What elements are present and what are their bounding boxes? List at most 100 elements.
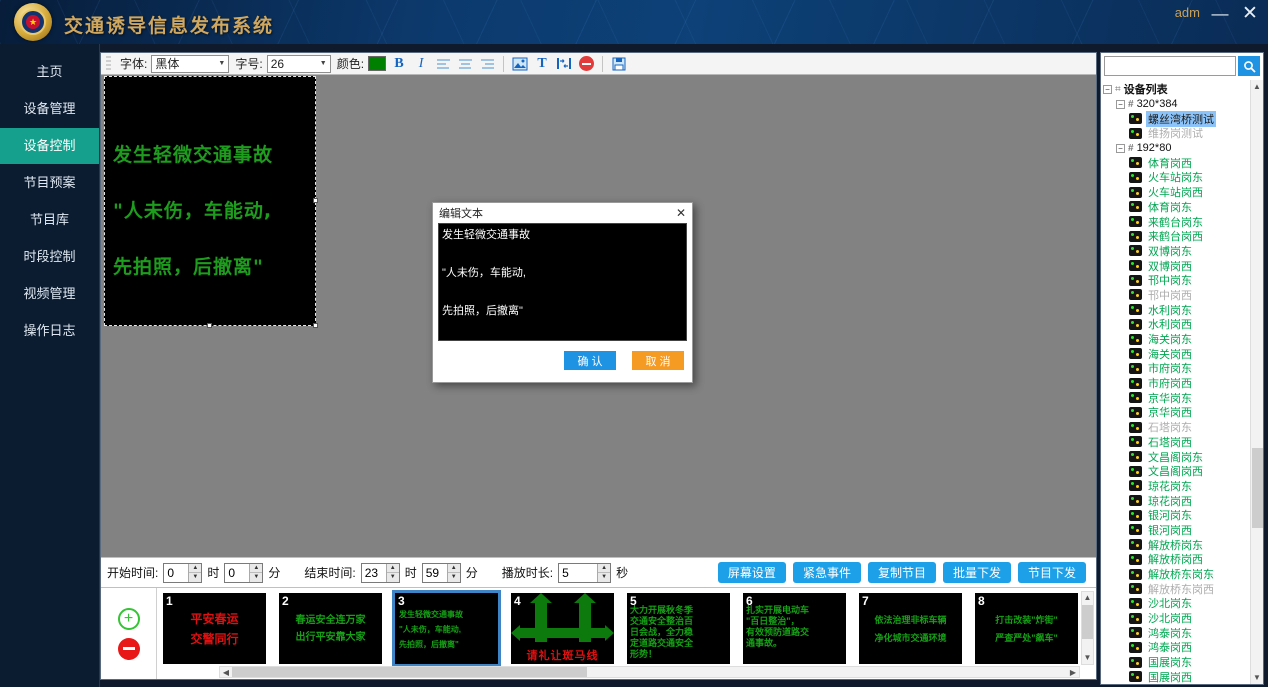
device-tree-item[interactable]: 石塔岗东 xyxy=(1103,420,1250,435)
scroll-up-icon[interactable]: ▲ xyxy=(1253,80,1261,93)
italic-button[interactable]: I xyxy=(412,55,430,73)
action-button[interactable]: 复制节目 xyxy=(868,562,936,583)
led-screen-preview[interactable]: 发生轻微交通事故"人未伤，车能动,先拍照，后撤离" xyxy=(104,76,316,326)
color-swatch[interactable] xyxy=(368,56,386,71)
device-tree-item[interactable]: 鸿泰岗西 xyxy=(1103,640,1250,655)
spin-down-icon[interactable]: ▼ xyxy=(598,573,610,582)
spin-up-icon[interactable]: ▲ xyxy=(448,564,460,574)
remove-frame-button[interactable] xyxy=(118,638,140,660)
search-button[interactable] xyxy=(1238,56,1260,76)
playlist-thumbnail[interactable]: 6扎实开展电动车"百日整治"，有效预防道路交通事故。 xyxy=(743,593,846,664)
playlist-thumbnail[interactable]: 2春运安全连万家出行平安靠大家 xyxy=(279,593,382,664)
device-tree-item[interactable]: 文昌阁岗西 xyxy=(1103,464,1250,479)
sidebar-item[interactable]: 操作日志 xyxy=(0,313,99,349)
scrollbar-thumb[interactable] xyxy=(232,667,587,677)
device-group[interactable]: −#192*80 xyxy=(1103,141,1250,156)
device-tree-item[interactable]: 双博岗东 xyxy=(1103,244,1250,259)
device-tree-item[interactable]: 水利岗东 xyxy=(1103,302,1250,317)
device-tree-item[interactable]: 鸿泰岗东 xyxy=(1103,625,1250,640)
device-tree-item[interactable]: 解放桥东岗东 xyxy=(1103,567,1250,582)
device-tree-item[interactable]: 海关岗东 xyxy=(1103,332,1250,347)
font-select[interactable]: 黑体 ▼ xyxy=(151,55,229,73)
bold-button[interactable]: B xyxy=(390,55,408,73)
insert-image-button[interactable] xyxy=(511,55,529,73)
spin-up-icon[interactable]: ▲ xyxy=(250,564,262,574)
collapse-icon[interactable]: − xyxy=(1116,144,1125,153)
resize-handle-right[interactable] xyxy=(313,198,318,203)
device-tree-item[interactable]: 来鹤台岗西 xyxy=(1103,229,1250,244)
sidebar-item[interactable]: 节目预案 xyxy=(0,165,99,201)
stop-button[interactable] xyxy=(577,55,595,73)
device-tree-item[interactable]: 水利岗西 xyxy=(1103,317,1250,332)
font-size-select[interactable]: 26 ▼ xyxy=(267,55,331,73)
device-tree-item[interactable]: 国展岗东 xyxy=(1103,655,1250,670)
scrollbar-thumb[interactable] xyxy=(1252,448,1263,528)
device-tree-item[interactable]: 石塔岗西 xyxy=(1103,435,1250,450)
device-tree-item[interactable]: 解放桥岗西 xyxy=(1103,552,1250,567)
playlist-thumbnail[interactable]: 8打击改装"炸街"严查严处"飙车" xyxy=(975,593,1078,664)
device-tree-item[interactable]: 海关岗西 xyxy=(1103,346,1250,361)
sidebar-item[interactable]: 时段控制 xyxy=(0,239,99,275)
start-minute-input[interactable] xyxy=(225,564,249,582)
sidebar-item[interactable]: 设备管理 xyxy=(0,91,99,127)
device-tree-item[interactable]: 市府岗西 xyxy=(1103,376,1250,391)
device-tree-root[interactable]: −⌗设备列表 xyxy=(1103,82,1250,97)
end-minute-input[interactable] xyxy=(423,564,447,582)
device-tree-item[interactable]: 市府岗东 xyxy=(1103,361,1250,376)
align-right-button[interactable] xyxy=(478,55,496,73)
action-button[interactable]: 节目下发 xyxy=(1018,562,1086,583)
start-hour-stepper[interactable]: ▲▼ xyxy=(163,563,202,583)
align-center-button[interactable] xyxy=(456,55,474,73)
end-hour-input[interactable] xyxy=(362,564,386,582)
spin-up-icon[interactable]: ▲ xyxy=(189,564,201,574)
device-tree-item[interactable]: 邗中岗东 xyxy=(1103,273,1250,288)
scroll-marquee-button[interactable] xyxy=(555,55,573,73)
device-tree-item[interactable]: 沙北岗东 xyxy=(1103,596,1250,611)
close-icon[interactable]: ✕ xyxy=(676,206,686,220)
sidebar-item[interactable]: 节目库 xyxy=(0,202,99,238)
vertical-scrollbar[interactable]: ▲ ▼ xyxy=(1081,591,1094,665)
device-group[interactable]: −#320*384 xyxy=(1103,97,1250,112)
playlist-thumbnail[interactable]: 5大力开展秋冬季交通安全整治百日会战，全力稳定道路交通安全形势！ xyxy=(627,593,730,664)
start-minute-stepper[interactable]: ▲▼ xyxy=(224,563,263,583)
device-tree-item[interactable]: 维扬岗测试 xyxy=(1103,126,1250,141)
device-tree-item[interactable]: 银河岗西 xyxy=(1103,523,1250,538)
scrollbar-thumb[interactable] xyxy=(1082,605,1093,639)
duration-stepper[interactable]: ▲▼ xyxy=(558,563,611,583)
playlist-thumbnail[interactable]: 7依法治理非标车辆净化城市交通环境 xyxy=(859,593,962,664)
duration-input[interactable] xyxy=(559,564,597,582)
device-tree-item[interactable]: 体育岗西 xyxy=(1103,155,1250,170)
device-tree-item[interactable]: 京华岗东 xyxy=(1103,390,1250,405)
device-tree-item[interactable]: 解放桥东岗西 xyxy=(1103,581,1250,596)
device-tree-item[interactable]: 琼花岗东 xyxy=(1103,479,1250,494)
resize-handle-bottom[interactable] xyxy=(207,323,212,328)
collapse-icon[interactable]: − xyxy=(1103,85,1112,94)
device-tree-item[interactable]: 体育岗东 xyxy=(1103,200,1250,215)
device-tree-item[interactable]: 解放桥岗东 xyxy=(1103,537,1250,552)
insert-text-button[interactable]: T xyxy=(533,55,551,73)
playlist-thumbnail[interactable]: 3发生轻微交通事故"人未伤，车能动,先拍照，后撤离" xyxy=(395,593,498,664)
action-button[interactable]: 批量下发 xyxy=(943,562,1011,583)
horizontal-scrollbar[interactable]: ◀ ▶ xyxy=(219,666,1080,678)
scroll-right-icon[interactable]: ▶ xyxy=(1067,668,1079,677)
align-left-button[interactable] xyxy=(434,55,452,73)
device-tree-item[interactable]: 琼花岗西 xyxy=(1103,493,1250,508)
device-tree-item[interactable]: 邗中岗西 xyxy=(1103,288,1250,303)
add-frame-button[interactable]: + xyxy=(118,608,140,630)
end-hour-stepper[interactable]: ▲▼ xyxy=(361,563,400,583)
device-tree-item[interactable]: 国展岗西 xyxy=(1103,670,1250,685)
save-button[interactable] xyxy=(610,55,628,73)
device-tree-item[interactable]: 来鹤台岗东 xyxy=(1103,214,1250,229)
scroll-down-icon[interactable]: ▼ xyxy=(1253,671,1261,684)
sidebar-item[interactable]: 视频管理 xyxy=(0,276,99,312)
device-tree-item[interactable]: 沙北岗西 xyxy=(1103,611,1250,626)
device-tree-item[interactable]: 京华岗西 xyxy=(1103,405,1250,420)
action-button[interactable]: 屏幕设置 xyxy=(718,562,786,583)
playlist-thumbnail[interactable]: 1平安春运交警同行 xyxy=(163,593,266,664)
device-tree-item[interactable]: 火车站岗西 xyxy=(1103,185,1250,200)
sidebar-item[interactable]: 设备控制 xyxy=(0,128,99,164)
playlist-thumbnail[interactable]: 4请礼让斑马线 xyxy=(511,593,614,664)
sidebar-item[interactable]: 主页 xyxy=(0,54,99,90)
end-minute-stepper[interactable]: ▲▼ xyxy=(422,563,461,583)
scroll-down-icon[interactable]: ▼ xyxy=(1084,652,1092,664)
